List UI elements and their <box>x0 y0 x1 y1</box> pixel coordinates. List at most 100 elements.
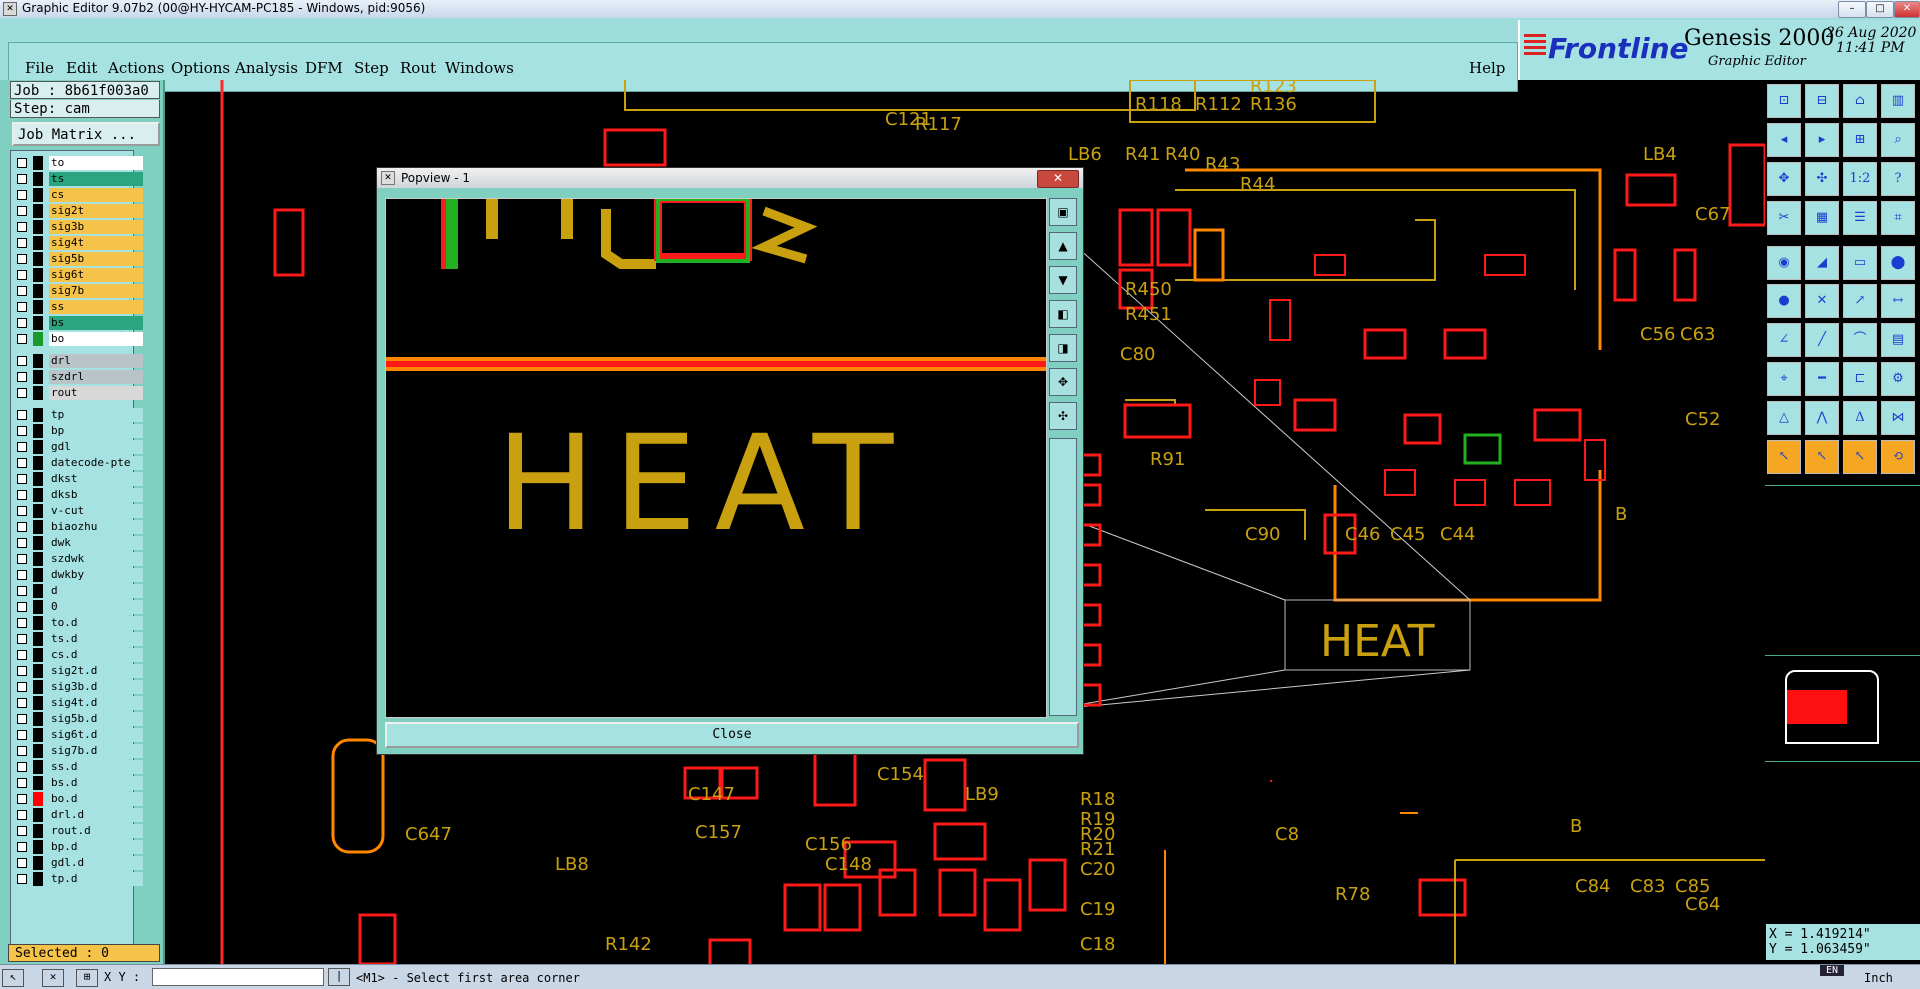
layer-row[interactable]: sig4t.d <box>13 695 143 711</box>
layer-swatch[interactable] <box>33 584 43 598</box>
layer-checkbox[interactable] <box>17 602 27 612</box>
layer-row[interactable]: rout <box>13 385 143 401</box>
layer-swatch[interactable] <box>33 760 43 774</box>
layer-checkbox[interactable] <box>17 410 27 420</box>
layer-swatch[interactable] <box>33 664 43 678</box>
layer-name[interactable]: cs <box>49 188 143 202</box>
layer-name[interactable]: to <box>49 156 143 170</box>
menu-options[interactable]: Options <box>171 59 230 77</box>
popview-canvas[interactable]: HEAT <box>385 198 1047 718</box>
tool-node-icon[interactable]: ● <box>1767 284 1801 318</box>
layer-name[interactable]: ss <box>49 300 143 314</box>
layer-name[interactable]: sig4t.d <box>49 696 143 710</box>
tool-line-icon[interactable]: ╱ <box>1805 323 1839 357</box>
layer-name[interactable]: to.d <box>49 616 143 630</box>
layer-swatch[interactable] <box>33 488 43 502</box>
layer-checkbox[interactable] <box>17 388 27 398</box>
layer-name[interactable]: ss.d <box>49 760 143 774</box>
layer-row[interactable]: v-cut <box>13 503 143 519</box>
layer-checkbox[interactable] <box>17 586 27 596</box>
layer-swatch[interactable] <box>33 456 43 470</box>
xy-input[interactable] <box>152 968 324 986</box>
layer-row[interactable]: szdwk <box>13 551 143 567</box>
layer-name[interactable]: 0 <box>49 600 143 614</box>
layer-swatch[interactable] <box>33 386 43 400</box>
layer-name[interactable]: bs.d <box>49 776 143 790</box>
layer-name[interactable]: sig4t <box>49 236 143 250</box>
layer-checkbox[interactable] <box>17 238 27 248</box>
layer-name[interactable]: biaozhu <box>49 520 143 534</box>
layer-row[interactable]: ts.d <box>13 631 143 647</box>
tool-slice-icon[interactable]: ↖ <box>1843 440 1877 474</box>
layer-row[interactable]: bp <box>13 423 143 439</box>
menu-dfm[interactable]: DFM <box>305 59 343 77</box>
layer-swatch[interactable] <box>33 156 43 170</box>
layer-swatch[interactable] <box>33 300 43 314</box>
maximize-button[interactable]: □ <box>1866 1 1894 18</box>
layer-row[interactable]: sig3b.d <box>13 679 143 695</box>
tool-fit-icon[interactable]: ⊞ <box>1843 123 1877 157</box>
layer-checkbox[interactable] <box>17 826 27 836</box>
tool-measure-icon[interactable]: ◢ <box>1805 246 1839 280</box>
layer-row[interactable]: gdl <box>13 439 143 455</box>
layer-checkbox[interactable] <box>17 858 27 868</box>
layer-checkbox[interactable] <box>17 746 27 756</box>
tool-arc-icon[interactable]: ⌒ <box>1843 323 1877 357</box>
layer-swatch[interactable] <box>33 872 43 886</box>
layer-checkbox[interactable] <box>17 666 27 676</box>
layer-checkbox[interactable] <box>17 270 27 280</box>
tool-select-icon[interactable]: ◉ <box>1767 246 1801 280</box>
layer-name[interactable]: drl.d <box>49 808 143 822</box>
tool-help-icon[interactable]: ? <box>1881 162 1915 196</box>
layer-checkbox[interactable] <box>17 222 27 232</box>
tool-ruler-icon[interactable]: ▭ <box>1843 246 1877 280</box>
layer-checkbox[interactable] <box>17 286 27 296</box>
layer-row[interactable]: bs.d <box>13 775 143 791</box>
layer-name[interactable]: sig7b.d <box>49 744 143 758</box>
layer-checkbox[interactable] <box>17 356 27 366</box>
tool-shape-icon[interactable]: ⋈ <box>1881 401 1915 435</box>
layer-row[interactable]: ts <box>13 171 143 187</box>
tool-grid-icon[interactable]: ▦ <box>1805 201 1839 235</box>
layer-row[interactable]: ✐✐bo <box>13 331 143 347</box>
layer-name[interactable]: dwkby <box>49 568 143 582</box>
layer-checkbox[interactable] <box>17 426 27 436</box>
layer-swatch[interactable] <box>33 472 43 486</box>
menu-step[interactable]: Step <box>354 59 389 77</box>
layer-swatch[interactable] <box>33 424 43 438</box>
layer-swatch[interactable] <box>33 252 43 266</box>
layer-name[interactable]: sig3b.d <box>49 680 143 694</box>
close-window-button[interactable]: ✕ <box>1894 1 1920 18</box>
tool-center-icon[interactable]: ✣ <box>1805 162 1839 196</box>
layer-row[interactable]: sig4t <box>13 235 143 251</box>
layer-checkbox[interactable] <box>17 458 27 468</box>
popview-pan-right-icon[interactable]: ◨ <box>1049 334 1077 362</box>
layer-checkbox[interactable] <box>17 794 27 804</box>
layer-row[interactable]: dwk <box>13 535 143 551</box>
layer-name[interactable]: sig6t.d <box>49 728 143 742</box>
tool-reshape-icon[interactable]: ⟲ <box>1881 440 1915 474</box>
layer-swatch[interactable] <box>33 648 43 662</box>
tool-view-icon[interactable]: ▥ <box>1881 84 1915 118</box>
tool-flip-icon[interactable]: ↔ <box>1881 284 1915 318</box>
layer-name[interactable]: bo.d <box>49 792 143 806</box>
layer-row[interactable]: tp.d <box>13 871 143 887</box>
layer-row[interactable]: d <box>13 583 143 599</box>
layer-row[interactable]: tp <box>13 407 143 423</box>
layer-row[interactable]: sig5b.d <box>13 711 143 727</box>
tool-route-icon[interactable]: ⌖ <box>1767 362 1801 396</box>
layer-row[interactable]: drl <box>13 353 143 369</box>
layer-checkbox[interactable] <box>17 158 27 168</box>
layer-row[interactable]: ✐bo.d <box>13 791 143 807</box>
menu-edit[interactable]: Edit <box>66 59 97 77</box>
layer-checkbox[interactable] <box>17 506 27 516</box>
layer-swatch[interactable] <box>33 440 43 454</box>
overview-viewport[interactable] <box>1787 690 1847 724</box>
layer-row[interactable]: ✐to <box>13 155 143 171</box>
layer-name[interactable]: bp <box>49 424 143 438</box>
tool-move-icon[interactable]: ↖ <box>1805 440 1839 474</box>
layer-name[interactable]: v-cut <box>49 504 143 518</box>
layer-swatch[interactable] <box>33 172 43 186</box>
tool-pan-icon[interactable]: ✥ <box>1767 162 1801 196</box>
layer-name[interactable]: szdrl <box>49 370 143 384</box>
